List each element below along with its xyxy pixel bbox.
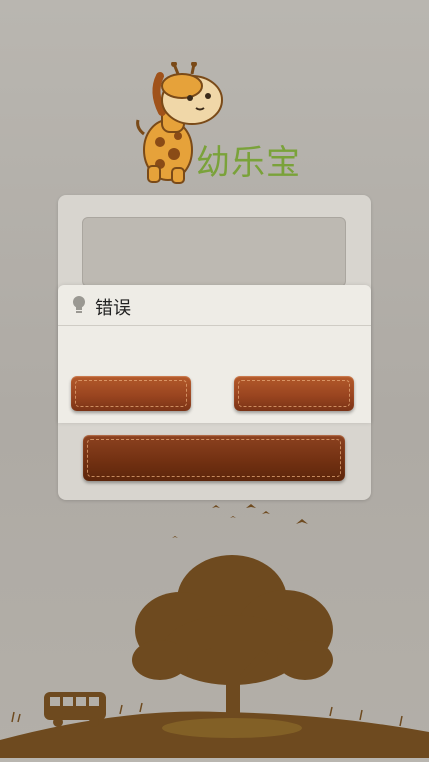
- tree-illustration: [132, 555, 333, 720]
- dialog-left-button[interactable]: [71, 376, 191, 411]
- app-name: 幼乐宝: [196, 143, 301, 183]
- lightbulb-icon: [73, 296, 85, 313]
- dialog-header: 错误: [58, 285, 371, 326]
- background-scene: [0, 500, 429, 758]
- dialog-right-button[interactable]: [234, 376, 354, 411]
- dialog-title: 错误: [95, 298, 131, 319]
- birds-illustration: [172, 504, 308, 538]
- bus-illustration: [44, 692, 106, 727]
- error-dialog: 错误: [58, 285, 371, 423]
- username-field[interactable]: [82, 217, 346, 287]
- login-button[interactable]: [83, 435, 345, 481]
